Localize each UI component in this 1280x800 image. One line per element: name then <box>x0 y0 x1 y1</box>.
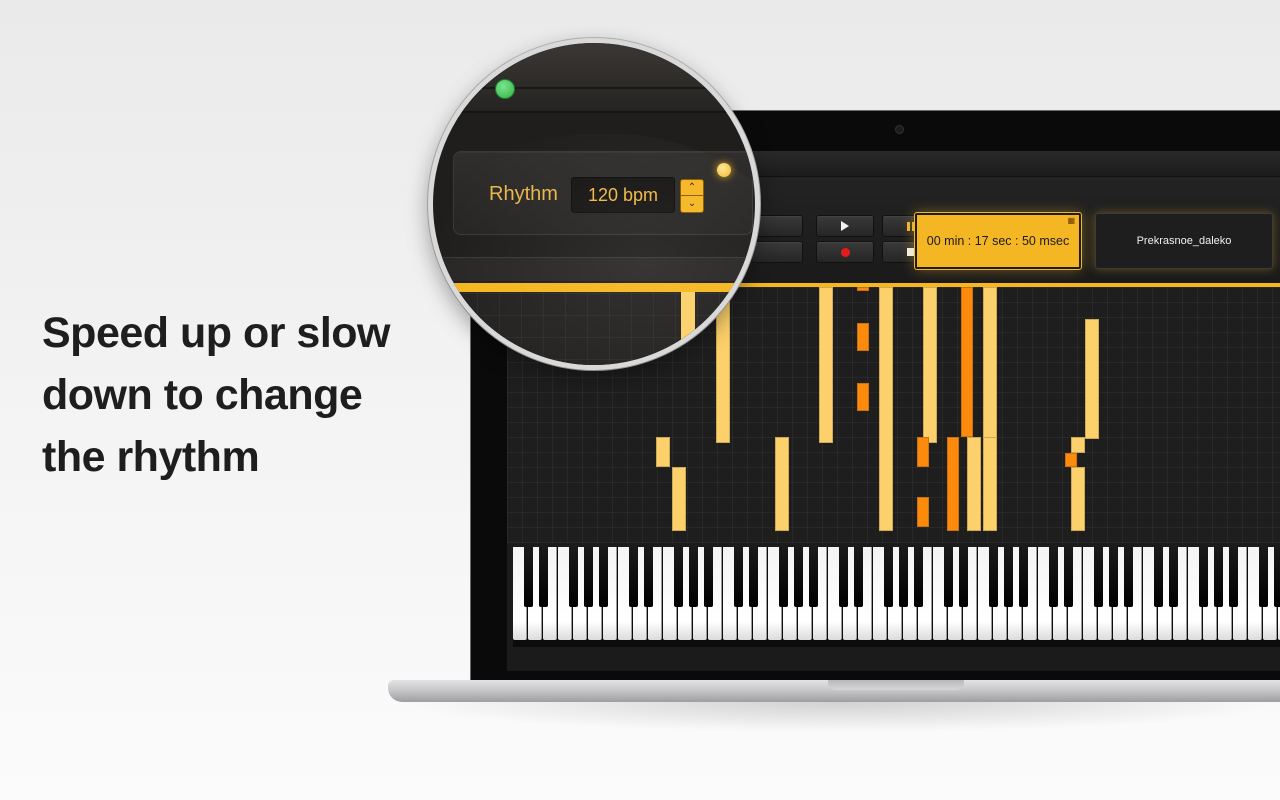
timer-text: 00 min : 17 sec : 50 msec <box>926 234 1070 248</box>
black-key[interactable] <box>1273 547 1280 607</box>
camera-icon <box>895 125 904 134</box>
black-key[interactable] <box>1093 547 1103 607</box>
black-key[interactable] <box>628 547 638 607</box>
note-bar <box>775 437 789 531</box>
loop-button[interactable] <box>751 241 803 263</box>
note-bar <box>1085 319 1099 439</box>
bpm-stepper[interactable]: ⌃ ⌄ <box>680 179 704 213</box>
black-key[interactable] <box>538 547 548 607</box>
note-bar <box>857 323 869 351</box>
zoom-progress-line <box>433 283 755 292</box>
laptop-base <box>388 680 1280 702</box>
black-key[interactable] <box>943 547 953 607</box>
black-key[interactable] <box>1258 547 1268 607</box>
note-bar <box>947 437 959 531</box>
headline-line-1: Speed up or slow <box>42 309 391 357</box>
zoom-titlebar <box>433 43 755 113</box>
black-key[interactable] <box>583 547 593 607</box>
black-key[interactable] <box>1153 547 1163 607</box>
note-bar <box>819 287 833 443</box>
note-bar <box>917 437 929 467</box>
note-bar <box>656 437 670 467</box>
chevron-down-icon[interactable]: ⌄ <box>681 196 703 212</box>
black-key[interactable] <box>1048 547 1058 607</box>
rhythm-indicator-led <box>717 163 731 177</box>
black-key[interactable] <box>673 547 683 607</box>
black-key[interactable] <box>913 547 923 607</box>
note-bar <box>923 287 937 443</box>
play-button[interactable] <box>816 215 874 237</box>
laptop-shadow <box>400 702 1280 732</box>
note-bar <box>961 287 973 437</box>
window-zoom-button[interactable] <box>495 79 515 99</box>
black-key[interactable] <box>808 547 818 607</box>
zoom-lower-bar <box>433 257 755 281</box>
black-key[interactable] <box>748 547 758 607</box>
note-bar <box>857 287 869 291</box>
black-key[interactable] <box>703 547 713 607</box>
black-key[interactable] <box>793 547 803 607</box>
black-key[interactable] <box>958 547 968 607</box>
black-key[interactable] <box>1198 547 1208 607</box>
black-key[interactable] <box>1108 547 1118 607</box>
black-key[interactable] <box>643 547 653 607</box>
black-key[interactable] <box>1003 547 1013 607</box>
note-bar <box>672 467 686 531</box>
note-bar <box>681 292 695 352</box>
chevron-up-icon[interactable]: ⌃ <box>681 180 703 196</box>
black-key[interactable] <box>598 547 608 607</box>
note-bar <box>983 287 997 443</box>
note-bar <box>857 383 869 411</box>
record-icon <box>840 247 850 257</box>
black-key[interactable] <box>1123 547 1133 607</box>
black-key[interactable] <box>1018 547 1028 607</box>
song-title: Prekrasnoe_daleko <box>1136 235 1232 247</box>
note-bar <box>879 287 893 531</box>
black-key[interactable] <box>523 547 533 607</box>
black-key[interactable] <box>688 547 698 607</box>
note-bar <box>1071 437 1085 453</box>
piano-keyboard[interactable] <box>513 547 1280 647</box>
headline: Speed up or slow down to change the rhyt… <box>42 302 442 488</box>
pause-icon <box>907 221 915 231</box>
song-title-display[interactable]: Prekrasnoe_daleko <box>1095 213 1273 269</box>
bpm-input[interactable]: 120 bpm <box>571 177 675 213</box>
black-key[interactable] <box>838 547 848 607</box>
headline-line-3: the rhythm <box>42 433 260 481</box>
black-key[interactable] <box>1213 547 1223 607</box>
black-key[interactable] <box>1063 547 1073 607</box>
record-button[interactable] <box>816 241 874 263</box>
black-key[interactable] <box>988 547 998 607</box>
black-key[interactable] <box>1228 547 1238 607</box>
black-key[interactable] <box>733 547 743 607</box>
note-bar <box>983 437 997 531</box>
note-bar <box>967 437 981 531</box>
note-bar <box>1065 453 1077 467</box>
zoom-note-roll <box>433 292 755 365</box>
stop-icon <box>907 248 915 256</box>
black-key[interactable] <box>568 547 578 607</box>
bpm-value: 120 bpm <box>587 184 659 205</box>
magnifier-zoom: Rhythm 120 bpm ⌃ ⌄ <box>428 38 760 370</box>
black-key[interactable] <box>898 547 908 607</box>
play-icon <box>841 221 849 231</box>
black-key[interactable] <box>1168 547 1178 607</box>
black-key[interactable] <box>853 547 863 607</box>
rhythm-label: Rhythm <box>489 183 558 205</box>
note-bar <box>1071 467 1085 531</box>
headline-line-2: down to change <box>42 371 363 419</box>
black-key[interactable] <box>883 547 893 607</box>
playback-timer: 00 min : 17 sec : 50 msec ▦ <box>914 212 1082 270</box>
timer-icon: ▦ <box>1067 216 1075 225</box>
laptop-notch <box>828 680 964 690</box>
black-key[interactable] <box>778 547 788 607</box>
note-bar <box>917 497 929 527</box>
